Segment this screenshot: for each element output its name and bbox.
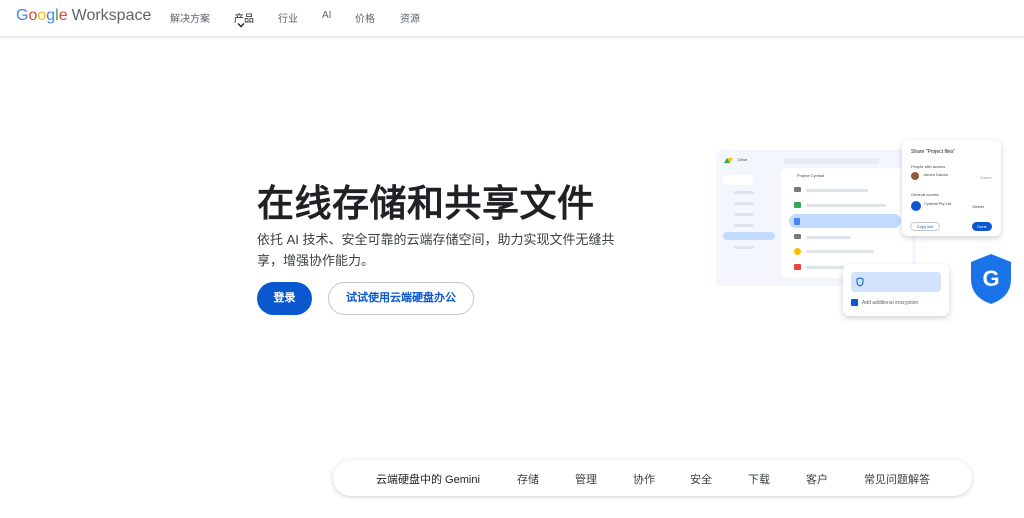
svg-text:G: G — [982, 266, 999, 291]
sign-in-button[interactable]: 登录 — [257, 282, 312, 315]
checkbox-icon — [851, 299, 858, 306]
file-row-selected — [789, 214, 901, 228]
drive-new-button — [723, 175, 753, 185]
subnav-security[interactable]: 安全 — [690, 471, 712, 487]
share-dialog: Share "Project files" People with access… — [902, 140, 1001, 236]
share-dialog-title: Share "Project files" — [911, 149, 956, 155]
drive-search-bar — [784, 158, 879, 164]
file-row — [806, 250, 874, 253]
hero-description: 依托 AI 技术、安全可靠的云端存储空间，助力实现文件无缝共享，增强协作能力。 — [257, 232, 615, 268]
viewer-select: Viewer — [972, 204, 985, 209]
file-row — [806, 189, 868, 192]
nav-solutions[interactable]: 解决方案 — [170, 10, 210, 25]
pdf-icon — [794, 264, 801, 270]
section-nav: 云端硬盘中的 Gemini 存储 管理 协作 安全 下载 客户 常见问题解答 — [333, 460, 972, 496]
google-workspace-logo[interactable]: Google Workspace — [16, 7, 151, 25]
nav-industries[interactable]: 行业 — [278, 10, 298, 25]
logo-workspace-text: Workspace — [71, 7, 152, 24]
sidebar-line — [734, 202, 754, 205]
subnav-management[interactable]: 管理 — [575, 471, 597, 487]
slides-icon — [794, 248, 801, 255]
file-row — [806, 204, 886, 207]
logo-letter: e — [58, 7, 68, 24]
shield-icon — [856, 277, 864, 287]
encryption-field — [851, 272, 941, 292]
encryption-card: Add additional encryption — [843, 264, 949, 316]
subnav-collaboration[interactable]: 协作 — [633, 471, 655, 487]
file-row — [806, 266, 846, 269]
subnav-customers[interactable]: 客户 — [806, 471, 828, 487]
folder-icon — [794, 187, 801, 192]
google-shield-icon: G — [971, 254, 1011, 304]
page-title: 在线存储和共享文件 — [257, 183, 595, 224]
person-name: James Garcia — [923, 172, 948, 177]
docs-icon — [794, 218, 800, 225]
org-name: Cymbal Pty Ltd — [924, 201, 952, 206]
people-access-label: People with access — [911, 164, 946, 169]
folder-breadcrumb: Project Cymbal — [797, 173, 825, 178]
subnav-gemini[interactable]: 云端硬盘中的 Gemini — [376, 471, 480, 487]
sidebar-line — [734, 224, 754, 227]
file-row — [806, 236, 851, 239]
encryption-label: Add additional encryption — [862, 300, 919, 306]
drive-file-list: Project Cymbal — [781, 168, 912, 278]
owner-label: Owner — [980, 175, 992, 180]
copy-link-button: Copy link — [910, 222, 940, 231]
logo-letter: g — [46, 7, 56, 24]
sheets-icon — [794, 202, 801, 208]
sidebar-line — [734, 213, 754, 216]
chevron-down-icon — [237, 23, 245, 28]
drive-logo-icon — [724, 158, 733, 163]
top-header: Google Workspace 解决方案 产品 行业 AI 价格 资源 — [0, 0, 1024, 37]
org-icon — [911, 201, 921, 211]
done-button: Done — [972, 222, 992, 231]
nav-pricing[interactable]: 价格 — [355, 10, 375, 25]
sidebar-selected — [723, 232, 775, 240]
sidebar-line — [734, 191, 754, 194]
nav-resources[interactable]: 资源 — [400, 10, 420, 25]
logo-letter: G — [16, 7, 29, 24]
nav-ai[interactable]: AI — [322, 10, 331, 21]
folder-icon — [794, 234, 801, 239]
subnav-faq[interactable]: 常见问题解答 — [864, 471, 930, 487]
drive-app-name: Drive — [738, 157, 748, 162]
logo-letter: o — [37, 7, 47, 24]
try-drive-button[interactable]: 试试使用云端硬盘办公 — [328, 282, 474, 315]
subnav-download[interactable]: 下载 — [748, 471, 770, 487]
avatar — [911, 172, 919, 180]
general-access-label: General access — [911, 192, 939, 197]
sidebar-line — [734, 246, 754, 249]
subnav-storage[interactable]: 存储 — [517, 471, 539, 487]
